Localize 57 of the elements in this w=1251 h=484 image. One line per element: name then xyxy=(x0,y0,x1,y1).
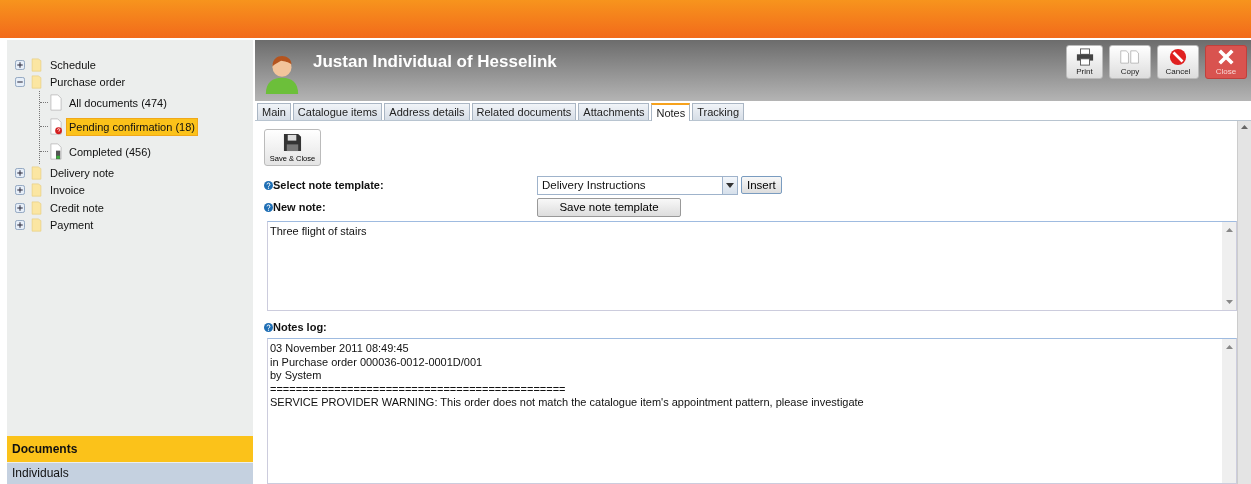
scroll-up-icon[interactable] xyxy=(1225,228,1233,232)
tree-item[interactable]: All documents (474) xyxy=(66,93,170,112)
folder-icon xyxy=(31,57,42,72)
tab[interactable]: Attachments xyxy=(578,103,650,120)
tab[interactable]: Notes xyxy=(651,103,691,121)
tab[interactable]: Main xyxy=(257,103,291,120)
tree-item[interactable]: Purchase order xyxy=(47,73,129,92)
help-icon[interactable] xyxy=(264,180,273,190)
no-entry-icon xyxy=(1168,48,1188,66)
tab[interactable]: Catalogue items xyxy=(292,103,383,120)
field-label: Notes log: xyxy=(273,321,327,333)
toolbar-button[interactable]: Print xyxy=(1066,45,1103,79)
note-field[interactable]: Three flight of stairs xyxy=(267,221,1237,311)
expand-icon[interactable] xyxy=(15,167,25,178)
field-label: New note: xyxy=(273,201,326,213)
expand-icon[interactable] xyxy=(15,185,25,196)
expand-icon[interactable] xyxy=(15,202,25,213)
insert-button[interactable]: Insert xyxy=(741,176,782,194)
document-icon xyxy=(50,94,62,111)
help-icon[interactable] xyxy=(264,322,273,332)
tree-item[interactable]: Schedule xyxy=(47,55,99,74)
folder-icon xyxy=(31,218,42,233)
copy-icon xyxy=(1120,48,1140,66)
field-label: Select note template: xyxy=(273,179,384,191)
folder-icon xyxy=(31,165,42,180)
notes-log-field[interactable]: 03 November 2011 08:49:45 in Purchase order 000036-0012-0001D/001 by System ============================================== SERVICE PROVIDER WARNING: This order does not match the catalogue item's appointment pattern, please investigate xyxy=(267,338,1237,484)
scroll-up-icon[interactable] xyxy=(1241,125,1248,129)
collapse-icon[interactable] xyxy=(15,77,25,88)
template-dropdown[interactable]: Delivery Instructions xyxy=(537,175,738,195)
window-title: Justan Individual of Hesselink xyxy=(313,52,557,72)
toolbar-button[interactable]: Cancel xyxy=(1157,45,1199,79)
expand-icon[interactable] xyxy=(15,59,25,70)
folder-icon xyxy=(31,75,42,90)
tab[interactable]: Address details xyxy=(384,103,470,120)
folder-icon xyxy=(31,200,42,215)
printer-icon xyxy=(1074,48,1095,66)
tab[interactable]: Related documents xyxy=(471,103,577,120)
tab[interactable]: Tracking xyxy=(692,103,744,120)
help-icon[interactable] xyxy=(264,202,273,212)
close-icon xyxy=(1216,48,1236,66)
toolbar-button[interactable]: Copy xyxy=(1109,45,1151,79)
save-template-button[interactable]: Save note template xyxy=(537,197,681,217)
scroll-down-icon[interactable] xyxy=(1225,300,1233,304)
folder-icon xyxy=(31,183,42,198)
tree-item[interactable]: Completed (456) xyxy=(66,142,154,161)
nav-item[interactable]: Individuals xyxy=(7,463,253,484)
tree-item[interactable]: Invoice xyxy=(47,181,88,200)
document-question-icon xyxy=(50,118,62,135)
tree-item[interactable]: Delivery note xyxy=(47,163,118,182)
caret-icon xyxy=(726,182,734,188)
document-battery-icon xyxy=(50,143,62,160)
tree-item[interactable]: Pending confirmation (18) xyxy=(66,117,198,136)
expand-icon[interactable] xyxy=(15,220,25,231)
nav-item[interactable]: Documents xyxy=(7,436,253,462)
tree-item[interactable]: Credit note xyxy=(47,198,107,217)
scroll-up-icon[interactable] xyxy=(1225,345,1233,349)
tree-item[interactable]: Payment xyxy=(47,216,97,235)
